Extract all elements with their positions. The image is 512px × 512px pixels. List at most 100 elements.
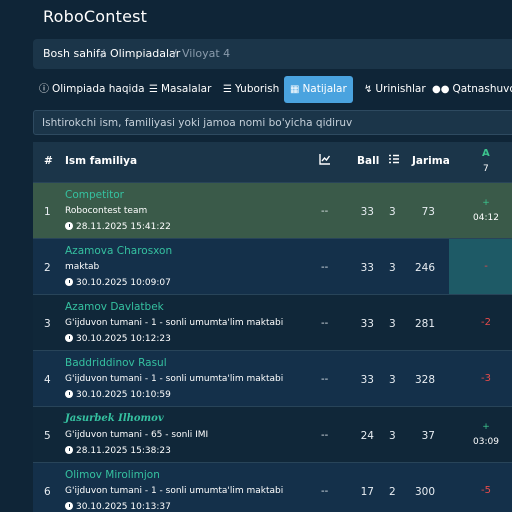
participant-team: G'ijduvon tumani - 1 - sonli umumta'lim …	[65, 318, 284, 328]
navbar: RoboContest	[0, 0, 512, 34]
participant-name[interactable]: Olimov Mirolimjon	[65, 469, 160, 481]
table-row[interactable]: 6 Olimov Mirolimjon G'ijduvon tumani - 1…	[33, 462, 512, 512]
ball-value: 33	[360, 262, 374, 274]
participant-name[interactable]: Azamov Davlatbek	[65, 301, 164, 313]
problem-a-cell[interactable]: -5	[449, 463, 512, 512]
chart-icon	[319, 153, 331, 168]
page: RoboContest Bosh sahifa / Olimpiadalar /…	[0, 0, 512, 512]
problem-a-status: -2	[481, 317, 491, 328]
problem-a-status: -	[484, 261, 488, 272]
participant-name[interactable]: Baddriddinov Rasul	[65, 357, 167, 369]
participant-time: 30.10.2025 10:13:37	[65, 502, 171, 512]
participant-team: maktab	[65, 262, 100, 272]
participant-team: Robocontest team	[65, 206, 148, 216]
trend-value: --	[321, 430, 329, 441]
time-value: 30.10.2025 10:12:23	[76, 334, 171, 344]
participant-team: G'ijduvon tumani - 1 - sonli umumta'lim …	[65, 486, 284, 496]
row-rank: 3	[44, 318, 51, 330]
penalty-value: 37	[421, 430, 435, 442]
list-check-icon	[388, 153, 400, 168]
tabs: ⓘ Olimpiada haqida ☰ Masalalar ☰ Yuborish ▦…	[33, 76, 512, 103]
breadcrumb-olympiads[interactable]: Olimpiadalar	[110, 39, 180, 69]
header-jarima[interactable]: Jarima	[412, 155, 450, 167]
tab-label: Qatnashuvchilar	[452, 83, 512, 95]
problem-a-cell[interactable]: -3	[449, 351, 512, 406]
stopwatch-icon	[65, 278, 73, 286]
tab-label: Olimpiada haqida	[52, 83, 145, 95]
problem-a-cell[interactable]: -2	[449, 295, 512, 350]
stopwatch-icon	[65, 222, 73, 230]
time-value: 28.11.2025 15:38:23	[76, 446, 171, 456]
breadcrumb-separator: /	[173, 47, 177, 60]
tab-qatnashuvchilar[interactable]: ●●Qatnashuvchilar	[426, 76, 512, 103]
tab-label: Masalalar	[160, 83, 212, 95]
participant-time: 30.10.2025 10:09:07	[65, 278, 171, 288]
table-row[interactable]: 4 Baddriddinov Rasul G'ijduvon tumani - …	[33, 350, 512, 406]
problem-a-status: -5	[481, 485, 491, 496]
users-icon: ●●	[432, 84, 450, 95]
info-icon: ⓘ	[39, 84, 49, 95]
row-rank: 4	[44, 374, 51, 386]
table-icon: ▦	[290, 84, 300, 95]
problem-a-cell[interactable]: + 03:09	[449, 407, 512, 462]
penalty-value: 73	[421, 206, 435, 218]
solved-count: 3	[389, 262, 396, 274]
trend-value: --	[321, 374, 329, 385]
trend-value: --	[321, 318, 329, 329]
problem-a-cell[interactable]: + 04:12	[449, 183, 512, 238]
stopwatch-icon	[65, 502, 73, 510]
participant-time: 28.11.2025 15:41:22	[65, 222, 171, 232]
table-row[interactable]: 3 Azamov Davlatbek G'ijduvon tumani - 1 …	[33, 294, 512, 350]
search-box	[33, 110, 512, 135]
table-row[interactable]: 5 Jasurbek Ilhomov G'ijduvon tumani - 65…	[33, 406, 512, 462]
tab-label: Urinishlar	[375, 83, 426, 95]
participant-time: 30.10.2025 10:10:59	[65, 390, 171, 400]
ball-value: 24	[360, 430, 374, 442]
table-row[interactable]: 1 Competitor Robocontest team 28.11.2025…	[33, 182, 512, 238]
tab-natijalar[interactable]: ▦ Natijalar	[284, 76, 353, 103]
tab-masalalar[interactable]: ☰ Masalalar	[143, 76, 217, 103]
breadcrumb-home[interactable]: Bosh sahifa	[43, 39, 107, 69]
trend-value: --	[321, 486, 329, 497]
solved-count: 3	[389, 318, 396, 330]
header-ball[interactable]: Ball	[357, 155, 379, 167]
table-row[interactable]: 2 Azamova Charosxon maktab 30.10.2025 10…	[33, 238, 512, 294]
participant-name[interactable]: Jasurbek Ilhomov	[65, 413, 164, 424]
search-input[interactable]	[34, 111, 512, 134]
header-name[interactable]: Ism familiya	[65, 155, 137, 167]
header-problem-a-count: 7	[483, 164, 489, 174]
tab-urinishlar[interactable]: ↯ Urinishlar	[358, 76, 432, 103]
solved-count: 3	[389, 430, 396, 442]
tab-label: Yuborish	[234, 83, 280, 95]
problem-a-time: 04:12	[473, 213, 499, 223]
table-header: # Ism familiya Ball Jarima A 7	[33, 142, 512, 182]
penalty-value: 281	[414, 318, 435, 330]
time-value: 30.10.2025 10:13:37	[76, 502, 171, 512]
problem-a-status: +	[482, 198, 490, 208]
header-rank: #	[44, 155, 53, 167]
penalty-value: 328	[414, 374, 435, 386]
problem-a-status: +	[482, 422, 490, 432]
participant-name[interactable]: Competitor	[65, 189, 124, 201]
ball-value: 33	[360, 374, 374, 386]
trend-value: --	[321, 262, 329, 273]
tab-yuborish[interactable]: ☰ Yuborish	[217, 76, 285, 103]
header-problem-a[interactable]: A	[482, 148, 490, 159]
brand-logo[interactable]: RoboContest	[43, 7, 147, 26]
stopwatch-icon	[65, 334, 73, 342]
problem-a-cell[interactable]: -	[449, 239, 512, 294]
penalty-value: 300	[414, 486, 435, 498]
tab-olimpiada-haqida[interactable]: ⓘ Olimpiada haqida	[33, 76, 151, 103]
participant-team: G'ijduvon tumani - 1 - sonli umumta'lim …	[65, 374, 284, 384]
list-icon: ☰	[149, 84, 158, 95]
results-table: # Ism familiya Ball Jarima A 7 1 Competi…	[33, 142, 512, 512]
stopwatch-icon	[65, 446, 73, 454]
time-value: 28.11.2025 15:41:22	[76, 222, 171, 232]
breadcrumb-current: Viloyat 4	[182, 47, 231, 60]
time-value: 30.10.2025 10:10:59	[76, 390, 171, 400]
solved-count: 3	[389, 374, 396, 386]
participant-name[interactable]: Azamova Charosxon	[65, 245, 172, 257]
trend-value: --	[321, 206, 329, 217]
ball-value: 33	[360, 318, 374, 330]
bolt-icon: ↯	[364, 84, 373, 95]
